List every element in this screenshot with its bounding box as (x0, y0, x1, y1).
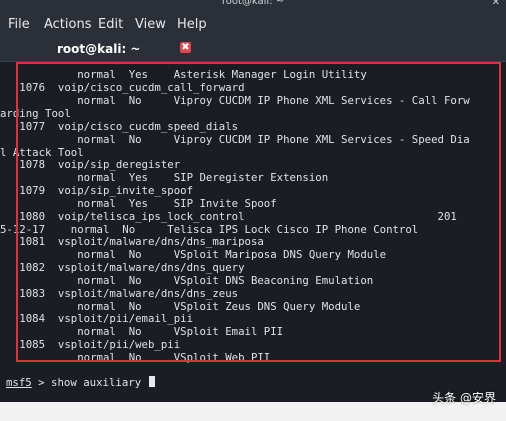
menu-edit[interactable]: Edit (98, 17, 123, 33)
window-title: root@kali: ~ (221, 0, 285, 7)
tab-bar: root@kali: ~ ✖ (0, 37, 506, 62)
highlight-annotation-box (16, 62, 501, 362)
tab-terminal[interactable]: root@kali: ~ ✖ (0, 37, 200, 61)
menu-actions[interactable]: Actions (44, 17, 92, 33)
text-cursor (148, 376, 155, 387)
prompt-command: > show auxiliary (31, 376, 148, 389)
tab-close-icon[interactable]: ✖ (180, 42, 191, 53)
window-close-icon[interactable]: ✕ (492, 0, 500, 8)
prompt-name: msf5 (6, 376, 32, 389)
footer-strip (0, 402, 506, 421)
tab-label: root@kali: ~ (57, 42, 141, 56)
menu-file[interactable]: File (8, 17, 30, 33)
menu-help[interactable]: Help (177, 17, 207, 33)
terminal-output[interactable]: normal Yes Asterisk Manager Login Utilit… (0, 62, 506, 402)
watermark: 头条 @安界 (432, 391, 496, 405)
title-bar: root@kali: ~ ✕ (0, 0, 506, 9)
menu-bar: File Actions Edit View Help (0, 9, 506, 37)
command-prompt[interactable]: msf5 > show auxiliary (6, 376, 155, 389)
terminal-window: root@kali: ~ ✕ File Actions Edit View He… (0, 0, 506, 421)
menu-view[interactable]: View (135, 17, 166, 33)
